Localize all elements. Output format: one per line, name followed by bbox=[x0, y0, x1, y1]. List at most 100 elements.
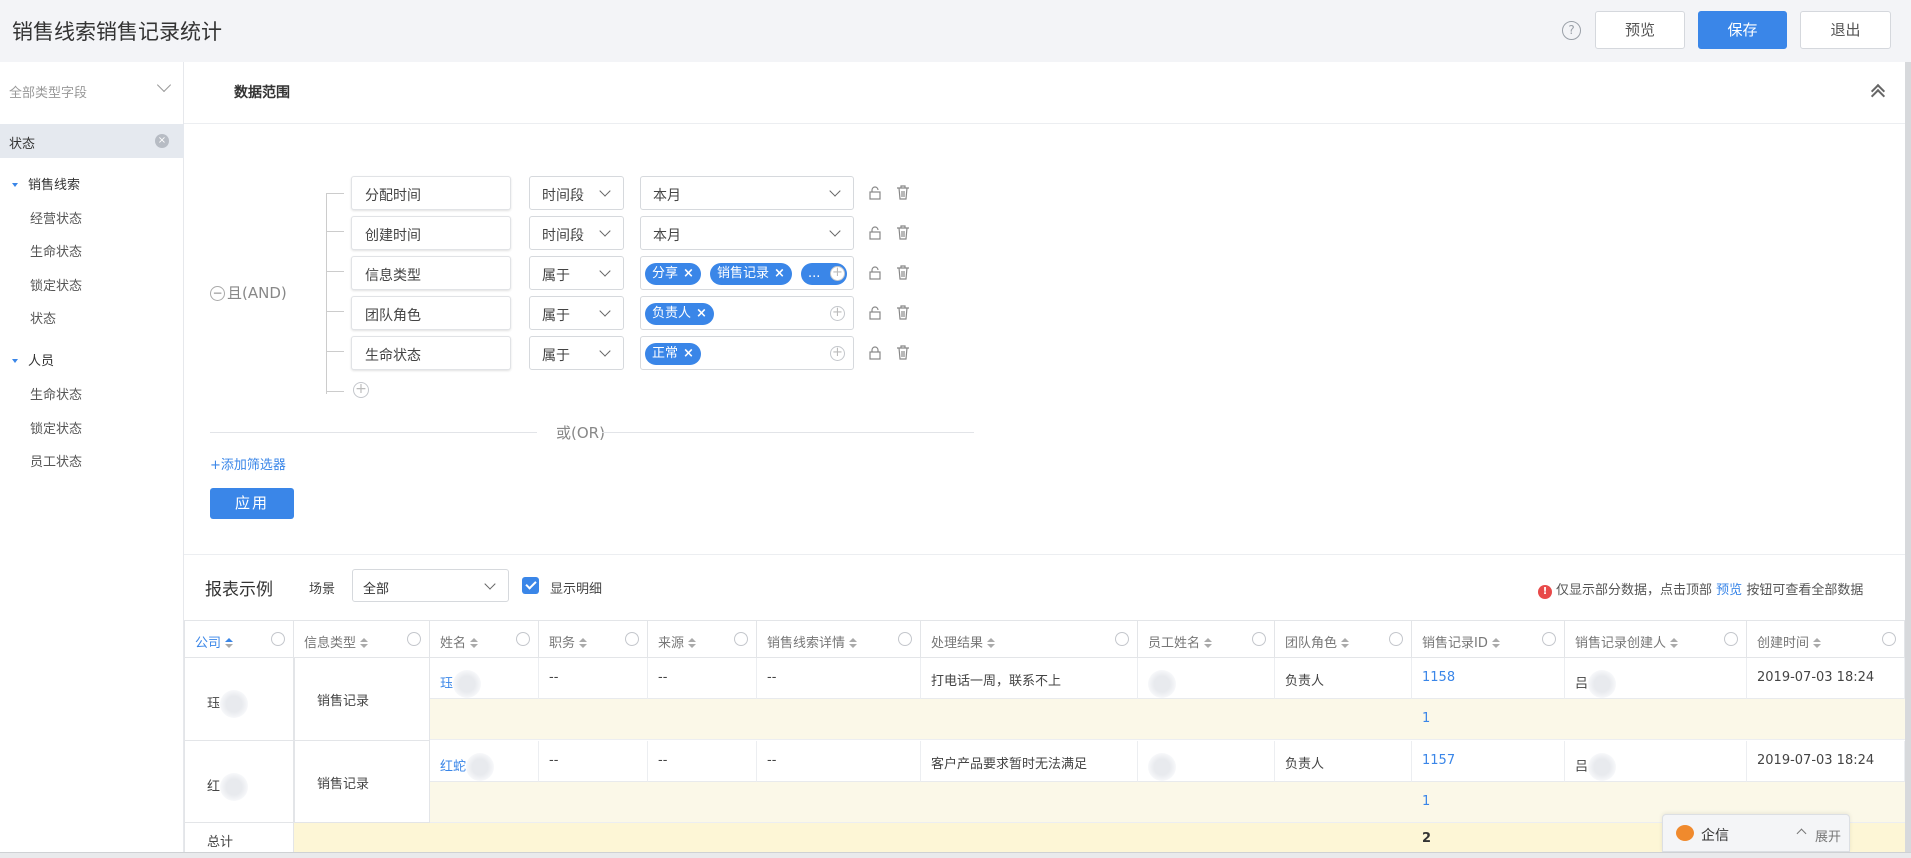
sort-icon[interactable] bbox=[987, 638, 996, 648]
sidebar-item[interactable]: 经营状态 bbox=[30, 208, 82, 227]
sort-icon[interactable] bbox=[225, 638, 234, 648]
condition-operator[interactable]: 时间段 bbox=[529, 176, 624, 210]
name-link[interactable]: 珏 bbox=[440, 677, 453, 692]
record-id-link[interactable]: 1158 bbox=[1412, 658, 1565, 699]
condition-operator[interactable]: 属于 bbox=[529, 336, 624, 370]
vertical-scrollbar[interactable] bbox=[1905, 62, 1911, 852]
sidebar-group-personnel[interactable]: 人员 bbox=[12, 350, 54, 369]
sidebar-item[interactable]: 生命状态 bbox=[30, 384, 82, 403]
chat-widget[interactable]: 企信 展开 bbox=[1662, 814, 1850, 852]
show-detail-checkbox[interactable] bbox=[522, 577, 539, 594]
sort-icon[interactable] bbox=[1670, 638, 1679, 648]
trash-icon[interactable] bbox=[896, 225, 910, 240]
column-filter-icon[interactable] bbox=[516, 632, 530, 646]
save-button[interactable]: 保存 bbox=[1698, 11, 1787, 49]
sort-icon[interactable] bbox=[1813, 638, 1822, 648]
condition-field[interactable]: 生命状态 bbox=[351, 336, 511, 370]
clear-chip-icon[interactable]: × bbox=[155, 134, 169, 148]
condition-value[interactable]: 分享 × 销售记录 × ... + bbox=[640, 256, 854, 290]
sort-icon[interactable] bbox=[849, 638, 858, 648]
unlock-icon[interactable] bbox=[868, 266, 882, 280]
sort-icon[interactable] bbox=[1204, 638, 1213, 648]
and-toggle[interactable]: − 且(AND) bbox=[210, 282, 287, 303]
trash-icon[interactable] bbox=[896, 265, 910, 280]
value-tag[interactable]: 正常 × bbox=[645, 343, 701, 365]
sidebar-item[interactable]: 锁定状态 bbox=[30, 418, 82, 437]
trash-icon[interactable] bbox=[896, 185, 910, 200]
column-filter-icon[interactable] bbox=[625, 632, 639, 646]
column-filter-icon[interactable] bbox=[898, 632, 912, 646]
remove-tag-icon[interactable]: × bbox=[696, 306, 707, 321]
value-tag[interactable]: 分享 × bbox=[645, 263, 701, 285]
condition-operator[interactable]: 时间段 bbox=[529, 216, 624, 250]
sort-icon[interactable] bbox=[688, 638, 697, 648]
column-filter-icon[interactable] bbox=[1542, 632, 1556, 646]
add-condition-icon[interactable]: + bbox=[353, 382, 369, 398]
condition-field[interactable]: 信息类型 bbox=[351, 256, 511, 290]
value-tag[interactable]: 销售记录 × bbox=[710, 263, 792, 285]
add-value-icon[interactable]: + bbox=[830, 346, 845, 361]
condition-field[interactable]: 创建时间 bbox=[351, 216, 511, 250]
column-filter-icon[interactable] bbox=[407, 632, 421, 646]
preview-button[interactable]: 预览 bbox=[1595, 11, 1685, 49]
column-header[interactable]: 职务 bbox=[539, 620, 648, 658]
column-header[interactable]: 来源 bbox=[648, 620, 757, 658]
column-header[interactable]: 销售记录ID bbox=[1412, 620, 1565, 658]
unlock-icon[interactable] bbox=[868, 186, 882, 200]
trash-icon[interactable] bbox=[896, 345, 910, 360]
value-tag[interactable]: 负责人 × bbox=[645, 303, 714, 325]
condition-value[interactable]: 正常 × + bbox=[640, 336, 854, 370]
column-filter-icon[interactable] bbox=[271, 632, 285, 646]
sort-icon[interactable] bbox=[1491, 638, 1500, 648]
column-filter-icon[interactable] bbox=[734, 632, 748, 646]
column-header[interactable]: 员工姓名 bbox=[1138, 620, 1275, 658]
remove-tag-icon[interactable]: × bbox=[683, 266, 694, 281]
column-filter-icon[interactable] bbox=[1389, 632, 1403, 646]
column-filter-icon[interactable] bbox=[1252, 632, 1266, 646]
sidebar-group-sales-lead[interactable]: 销售线索 bbox=[12, 174, 80, 193]
add-value-icon[interactable]: + bbox=[830, 266, 845, 281]
condition-field[interactable]: 团队角色 bbox=[351, 296, 511, 330]
column-header[interactable]: 创建时间 bbox=[1747, 620, 1905, 658]
add-filter-link[interactable]: +添加筛选器 bbox=[210, 454, 286, 473]
column-filter-icon[interactable] bbox=[1724, 632, 1738, 646]
record-id-link[interactable]: 1157 bbox=[1412, 741, 1565, 782]
add-value-icon[interactable]: + bbox=[830, 306, 845, 321]
sidebar-item[interactable]: 生命状态 bbox=[30, 241, 82, 260]
column-header[interactable]: 姓名 bbox=[430, 620, 539, 658]
unlock-icon[interactable] bbox=[868, 306, 882, 320]
column-header[interactable]: 信息类型 bbox=[294, 620, 430, 658]
collapse-icon[interactable] bbox=[1870, 82, 1886, 104]
sort-icon[interactable] bbox=[1341, 638, 1350, 648]
trash-icon[interactable] bbox=[896, 305, 910, 320]
unlock-icon[interactable] bbox=[868, 226, 882, 240]
condition-operator[interactable]: 属于 bbox=[529, 296, 624, 330]
sidebar-item[interactable]: 状态 bbox=[30, 308, 56, 327]
sort-icon[interactable] bbox=[579, 638, 588, 648]
condition-field[interactable]: 分配时间 bbox=[351, 176, 511, 210]
remove-tag-icon[interactable]: × bbox=[774, 266, 785, 281]
condition-value[interactable]: 本月 bbox=[640, 176, 854, 210]
condition-operator[interactable]: 属于 bbox=[529, 256, 624, 290]
condition-value[interactable]: 负责人 × + bbox=[640, 296, 854, 330]
scene-select[interactable]: 全部 bbox=[352, 569, 509, 602]
sidebar-item[interactable]: 锁定状态 bbox=[30, 275, 82, 294]
condition-value[interactable]: 本月 bbox=[640, 216, 854, 250]
remove-tag-icon[interactable]: × bbox=[683, 346, 694, 361]
sort-icon[interactable] bbox=[360, 638, 369, 648]
column-filter-icon[interactable] bbox=[1115, 632, 1129, 646]
sort-icon[interactable] bbox=[470, 638, 479, 648]
field-type-select[interactable]: 全部类型字段 bbox=[9, 77, 172, 101]
expand-chat-button[interactable]: 展开 bbox=[1815, 826, 1841, 845]
column-filter-icon[interactable] bbox=[1882, 632, 1896, 646]
column-header[interactable]: 销售线索详情 bbox=[757, 620, 921, 658]
sidebar-item[interactable]: 员工状态 bbox=[30, 451, 82, 470]
help-icon[interactable]: ? bbox=[1562, 21, 1581, 40]
apply-button[interactable]: 应用 bbox=[210, 488, 294, 519]
preview-link[interactable]: 预览 bbox=[1716, 583, 1742, 598]
column-header[interactable]: 销售记录创建人 bbox=[1565, 620, 1747, 658]
name-link[interactable]: 红蛇 bbox=[440, 760, 466, 775]
column-header[interactable]: 团队角色 bbox=[1275, 620, 1412, 658]
column-header[interactable]: 处理结果 bbox=[921, 620, 1138, 658]
column-header[interactable]: 公司 bbox=[184, 620, 294, 658]
